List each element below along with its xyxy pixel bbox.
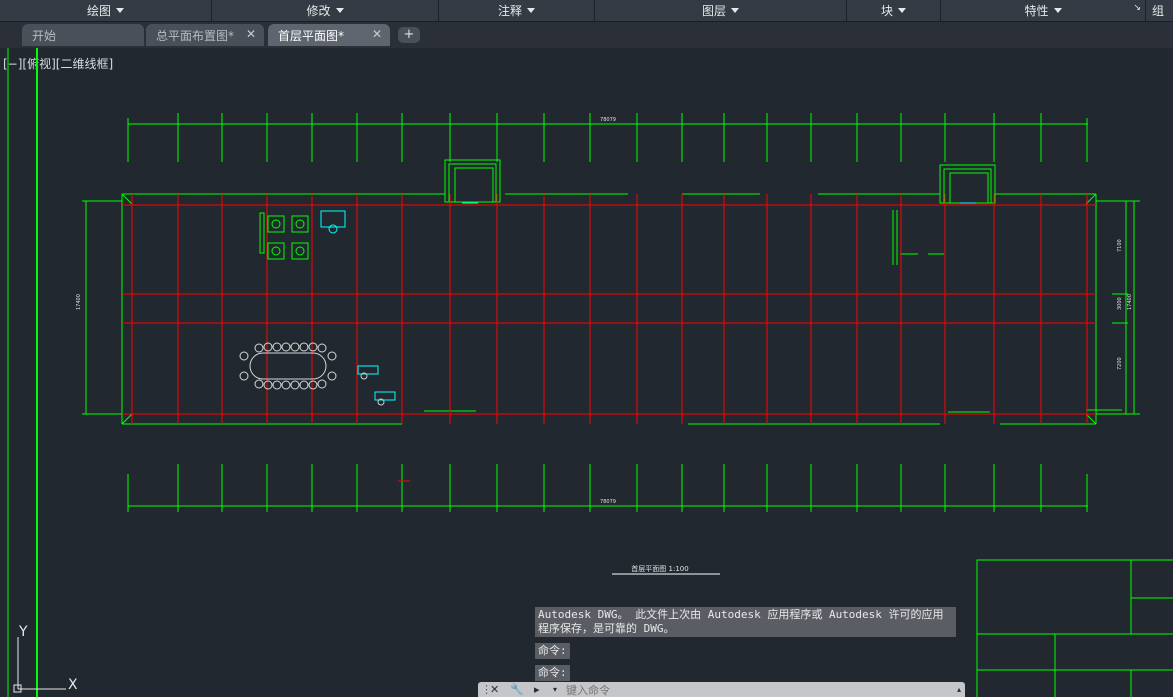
ribbon-panel-groups[interactable]: 组 — [1146, 0, 1173, 21]
dimension-text-right: 7200 — [1117, 357, 1123, 370]
dimension-text-bottom: 78079 — [600, 499, 616, 505]
dimension-text-top: 78079 — [600, 117, 616, 123]
dimension-text-left: 17400 — [76, 294, 82, 310]
chevron-down-icon — [898, 8, 906, 13]
close-icon[interactable]: ✕ — [372, 27, 382, 41]
chevron-down-icon[interactable]: ▾ — [553, 682, 557, 697]
dimension-text-right: 3000 — [1117, 297, 1123, 310]
file-tab-bar: 开始 总平面布置图* ✕ 首层平面图* ✕ + — [0, 22, 1173, 48]
panel-label: 绘图 — [86, 4, 111, 18]
ucs-x-label: X — [68, 677, 78, 693]
panel-label: 图层 — [701, 4, 726, 18]
chevron-down-icon — [527, 8, 535, 13]
chevron-up-icon[interactable]: ▴ — [957, 682, 961, 697]
ribbon-panel-modify[interactable]: 修改 — [212, 0, 439, 21]
history-line: Autodesk DWG。 此文件上次由 Autodesk 应用程序或 Auto… — [535, 607, 956, 637]
dimension-text-right: 7100 — [1117, 239, 1123, 252]
command-prompt-icon[interactable]: ▸ — [534, 682, 540, 697]
panel-label: 修改 — [306, 4, 331, 18]
history-line: 命令: — [535, 643, 570, 659]
drawing-canvas[interactable]: 78079 78079 17400 7100 3000 7200 17400 首… — [0, 48, 1173, 697]
panel-label: 组 — [1152, 4, 1165, 18]
expand-icon[interactable]: ↘ — [1133, 3, 1141, 13]
ribbon-panel-annotate[interactable]: 注释 — [439, 0, 595, 21]
ribbon-panel-draw[interactable]: 绘图 — [0, 0, 212, 21]
chevron-down-icon — [1053, 8, 1062, 13]
close-icon[interactable]: ✕ — [490, 682, 499, 697]
tab-label: 总平面布置图* — [156, 28, 235, 43]
chevron-down-icon — [731, 8, 739, 13]
tab-first-floor-plan[interactable]: 首层平面图* ✕ — [268, 24, 390, 46]
drawing-title: 首层平面图 1:100 — [631, 564, 688, 573]
ribbon-panel-block[interactable]: 块 — [847, 0, 941, 21]
ucs-icon — [13, 637, 66, 693]
conference-table — [239, 342, 337, 390]
ucs-y-label: Y — [18, 624, 28, 640]
chevron-down-icon — [335, 8, 344, 13]
title-block — [976, 559, 1173, 697]
panel-label: 特性 — [1024, 4, 1049, 18]
chevron-down-icon — [116, 8, 124, 13]
close-icon[interactable]: ✕ — [246, 27, 256, 41]
tab-site-plan[interactable]: 总平面布置图* ✕ — [146, 24, 264, 46]
panel-label: 块 — [880, 4, 893, 18]
tab-start[interactable]: 开始 — [22, 24, 144, 46]
building-walls — [82, 159, 1140, 425]
dimension-text-right-total: 17400 — [1127, 294, 1133, 310]
command-history: Autodesk DWG。 此文件上次由 Autodesk 应用程序或 Auto… — [535, 607, 956, 687]
new-tab-button[interactable]: + — [398, 27, 420, 43]
ribbon-panel-bar: 绘图 修改 注释 图层 块 特性 ↘ 组 — [0, 0, 1173, 22]
tab-label: 开始 — [32, 28, 57, 43]
wrench-icon[interactable]: 🔧 — [510, 682, 524, 697]
history-line: 命令: — [535, 665, 570, 681]
ribbon-panel-layers[interactable]: 图层 — [595, 0, 847, 21]
tab-label: 首层平面图* — [278, 28, 345, 43]
command-input[interactable] — [566, 683, 946, 697]
ribbon-panel-properties[interactable]: 特性 ↘ — [941, 0, 1146, 21]
panel-label: 注释 — [497, 4, 522, 18]
